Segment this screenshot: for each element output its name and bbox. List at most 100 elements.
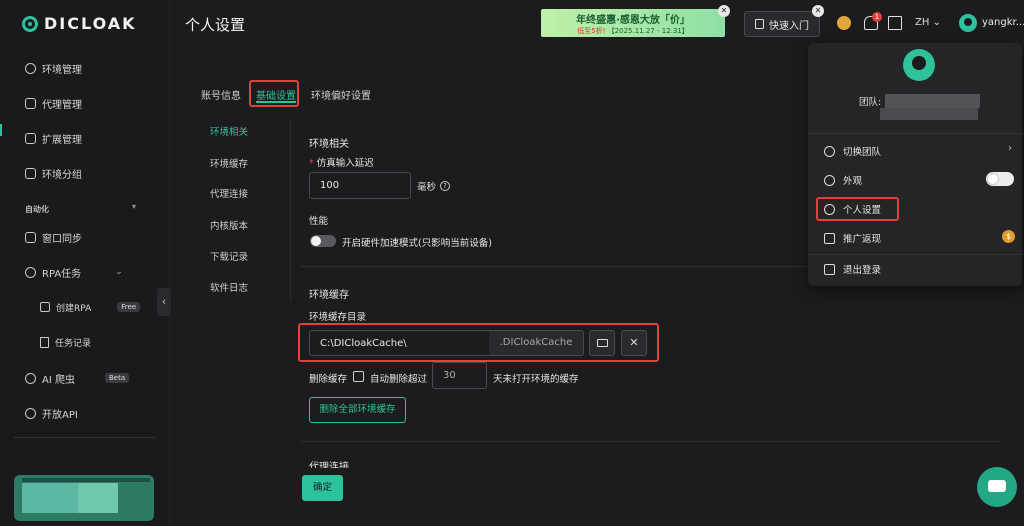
chat-support-button[interactable] bbox=[977, 467, 1017, 507]
team-info: 团队: bbox=[859, 94, 981, 108]
tab-account-info[interactable]: 账号信息 bbox=[201, 87, 241, 103]
menu-item-switch-team[interactable]: 切换团队 bbox=[824, 143, 881, 159]
profile-dropdown: 团队: 切换团队 › 外观 个人设置 推广返现 $ 退出登录 bbox=[808, 43, 1022, 286]
sidebar-item-extension-manage[interactable]: 扩展管理 bbox=[25, 128, 82, 148]
sidebar-item-env-group[interactable]: 环境分组 bbox=[25, 163, 82, 183]
sidebar-item-label: AI 爬虫 bbox=[42, 374, 75, 386]
delay-input[interactable]: 100 bbox=[309, 172, 411, 199]
robot-icon bbox=[25, 266, 36, 278]
section-menu-env[interactable]: 环境相关 bbox=[210, 124, 248, 138]
sidebar-item-label: 代理管理 bbox=[42, 99, 82, 111]
perf-label: 性能 bbox=[309, 216, 329, 227]
caret-down-icon[interactable]: ▾ bbox=[132, 202, 136, 211]
beta-badge: Beta bbox=[104, 373, 130, 383]
delay-label: * 仿真输入延迟 bbox=[309, 155, 374, 169]
section-menu: 环境相关 环境缓存 代理连接 内核版本 下载记录 软件日志 bbox=[201, 121, 291, 301]
quick-start-close-icon[interactable]: ✕ bbox=[812, 5, 824, 17]
sidebar-item-rpa-task[interactable]: RPA任务 ⌄ bbox=[25, 262, 145, 282]
dark-mode-toggle[interactable] bbox=[986, 172, 1014, 186]
dropdown-divider bbox=[808, 254, 1022, 255]
menu-item-label: 切换团队 bbox=[843, 147, 882, 158]
section-menu-active-bar bbox=[0, 124, 2, 136]
section-menu-kernel[interactable]: 内核版本 bbox=[210, 218, 248, 232]
menu-item-label: 外观 bbox=[843, 176, 863, 187]
hw-accel-toggle[interactable] bbox=[310, 235, 336, 247]
section-divider bbox=[300, 441, 1000, 442]
book-open-icon bbox=[755, 19, 764, 29]
switch-team-icon bbox=[824, 145, 835, 157]
free-badge: Free bbox=[117, 302, 141, 312]
required-asterisk: * bbox=[309, 158, 314, 169]
sidebar-item-open-api[interactable]: 开放API bbox=[25, 403, 78, 423]
sidebar: DICLOAK 环境管理 代理管理 扩展管理 环境分组 自动化 ▾ 窗口同步 R… bbox=[0, 0, 171, 526]
puzzle-icon bbox=[25, 132, 36, 144]
sidebar-divider bbox=[14, 437, 155, 438]
tab-env-preferences[interactable]: 环境偏好设置 bbox=[311, 87, 371, 103]
sidebar-item-label: 扩展管理 bbox=[42, 134, 82, 146]
promo-block bbox=[22, 483, 78, 513]
section-menu-proxy[interactable]: 代理连接 bbox=[210, 186, 248, 200]
days-input[interactable]: 30 bbox=[432, 362, 487, 389]
quick-start-button[interactable]: 快速入门 bbox=[744, 11, 820, 37]
team-name-redacted bbox=[885, 94, 981, 108]
cache-dir-label: 环境缓存目录 bbox=[309, 312, 367, 323]
highlight-box-cache-dir bbox=[298, 323, 659, 362]
menu-item-referral[interactable]: 推广返现 bbox=[824, 230, 881, 246]
team-id-redacted bbox=[880, 108, 978, 120]
sidebar-item-label: 任务记录 bbox=[55, 338, 92, 349]
promo-block bbox=[78, 483, 118, 513]
coin-icon: $ bbox=[1002, 230, 1015, 243]
dropdown-divider bbox=[808, 133, 1022, 134]
sidebar-item-env-manage[interactable]: 环境管理 bbox=[25, 58, 82, 78]
theme-sun-icon[interactable] bbox=[837, 16, 851, 30]
sidebar-item-label: 环境分组 bbox=[42, 169, 82, 181]
banner-date: 【2025.11.27 - 12.31】 bbox=[607, 27, 689, 35]
env-section-title: 环境相关 bbox=[309, 139, 349, 150]
section-menu-cache[interactable]: 环境缓存 bbox=[210, 156, 248, 170]
help-icon[interactable]: ? bbox=[440, 181, 451, 191]
avatar[interactable] bbox=[959, 14, 977, 32]
auto-delete-checkbox[interactable] bbox=[353, 371, 364, 382]
highlight-box-personal-settings bbox=[816, 197, 899, 221]
confirm-button[interactable]: 确定 bbox=[302, 475, 343, 501]
api-icon bbox=[25, 407, 36, 419]
sidebar-item-task-record[interactable]: 任务记录 bbox=[40, 332, 91, 352]
username[interactable]: yangkr... bbox=[982, 17, 1024, 28]
sidebar-item-proxy-manage[interactable]: 代理管理 bbox=[25, 93, 82, 113]
banner-discount: 低至5折! bbox=[577, 27, 606, 35]
section-menu-logs[interactable]: 软件日志 bbox=[210, 280, 248, 294]
cache-section-title: 环境缓存 bbox=[309, 290, 349, 301]
section-menu-downloads[interactable]: 下载记录 bbox=[210, 249, 248, 263]
team-label: 团队: bbox=[859, 97, 882, 108]
proxy-section-title: 代理连接 bbox=[309, 462, 349, 468]
page-title: 个人设置 bbox=[185, 16, 246, 34]
quick-start-label: 快速入门 bbox=[769, 20, 809, 32]
automation-group-title: 自动化 bbox=[25, 205, 49, 214]
sidebar-item-label: RPA任务 bbox=[42, 268, 82, 280]
menu-item-logout[interactable]: 退出登录 bbox=[824, 261, 881, 277]
logo-mark-icon bbox=[22, 15, 38, 32]
auto-delete-label: 自动删除超过 bbox=[370, 374, 428, 385]
delay-unit-text: 毫秒 bbox=[417, 182, 437, 193]
delay-unit: 毫秒 ? bbox=[417, 179, 451, 193]
menu-item-appearance[interactable]: 外观 bbox=[824, 172, 862, 188]
hw-accel-label: 开启硬件加速模式(只影响当前设备) bbox=[342, 238, 492, 249]
promo-banner[interactable]: 年终盛惠·感恩大放「价」 低至5折! 【2025.11.27 - 12.31】 bbox=[541, 9, 725, 37]
sync-icon bbox=[25, 231, 36, 243]
sidebar-item-label: 窗口同步 bbox=[42, 233, 82, 245]
language-selector[interactable]: ZH ⌄ bbox=[915, 17, 941, 28]
promo-card[interactable] bbox=[14, 475, 154, 521]
book-icon[interactable] bbox=[888, 16, 902, 30]
sidebar-item-window-sync[interactable]: 窗口同步 bbox=[25, 227, 82, 247]
banner-close-icon[interactable]: ✕ bbox=[718, 5, 730, 17]
chevron-down-icon: ⌄ bbox=[932, 17, 941, 28]
delete-cache-label: 删除缓存 bbox=[309, 374, 348, 385]
delete-all-cache-button[interactable]: 删除全部环境缓存 bbox=[309, 397, 406, 423]
chevron-right-icon: › bbox=[1008, 143, 1012, 154]
sidebar-item-create-rpa[interactable]: 创建RPA Free bbox=[40, 297, 141, 317]
globe-icon bbox=[25, 62, 36, 74]
sidebar-collapse-button[interactable]: ‹ bbox=[157, 288, 171, 316]
chevron-down-icon: ⌄ bbox=[115, 267, 123, 277]
banner-headline: 年终盛惠·感恩大放「价」 bbox=[576, 15, 690, 26]
sidebar-item-ai-crawler[interactable]: AI 爬虫 Beta bbox=[25, 368, 130, 388]
